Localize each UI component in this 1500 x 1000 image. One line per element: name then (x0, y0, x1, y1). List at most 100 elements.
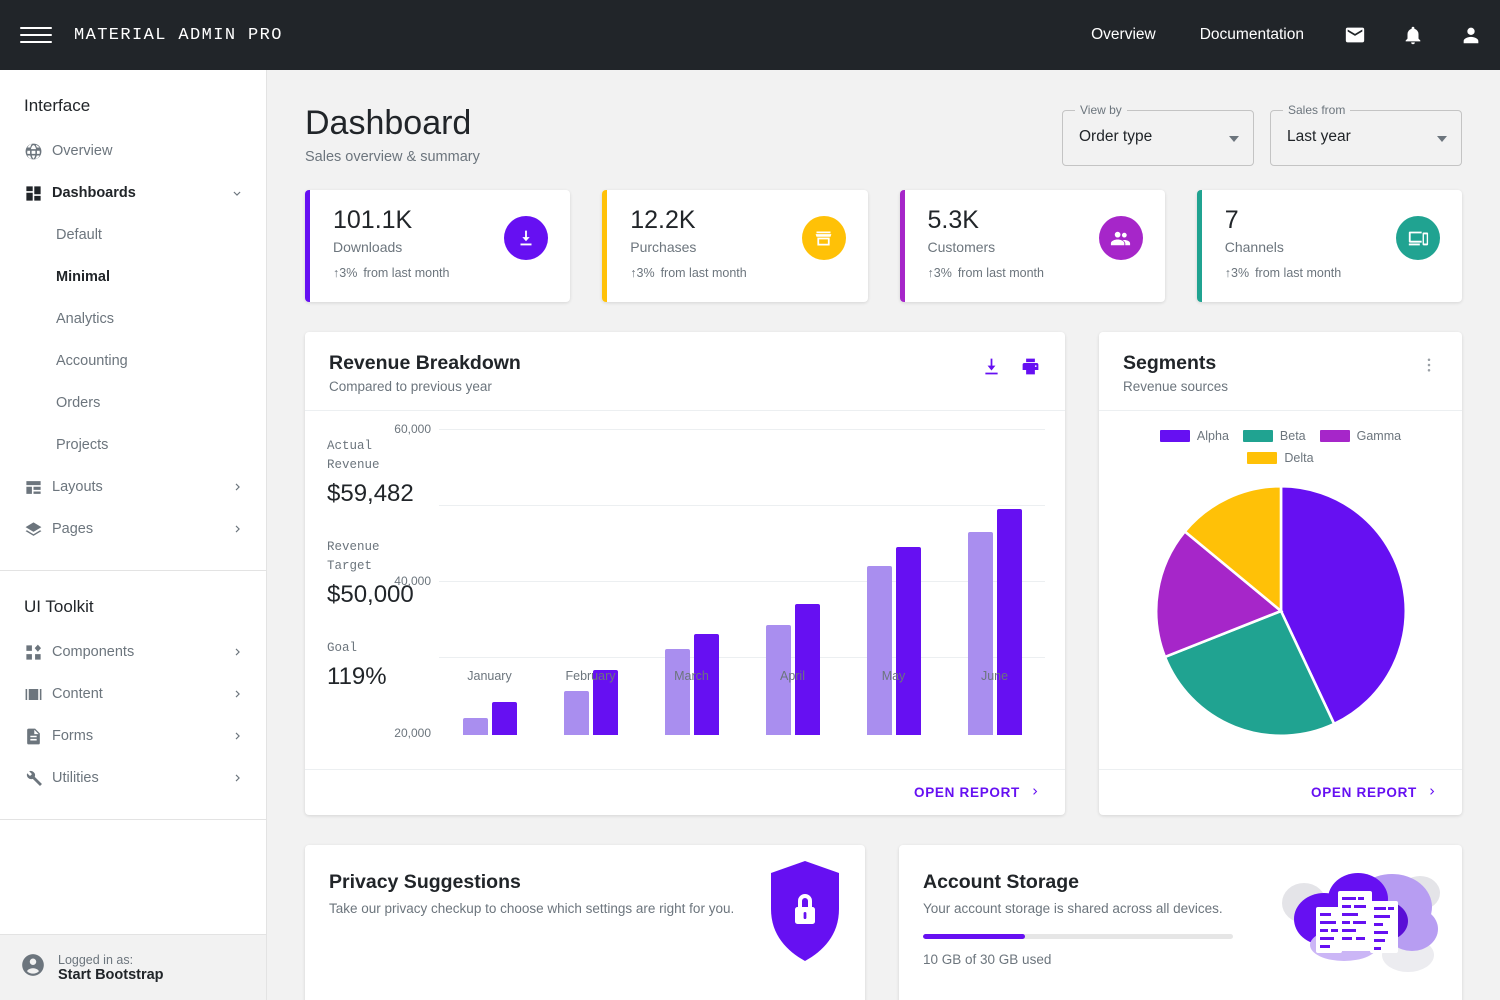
bar[interactable] (866, 566, 892, 735)
sidebar-footer[interactable]: Logged in as: Start Bootstrap (0, 934, 266, 1000)
sidebar-section-ui-toolkit: UI Toolkit Components Content Forms Util… (0, 571, 266, 813)
sidebar-item-orders[interactable]: Orders (0, 382, 266, 424)
topnav-right-group: Overview Documentation (1069, 0, 1500, 70)
chevron-right-icon[interactable] (230, 771, 244, 785)
legend-item[interactable]: Beta (1242, 429, 1306, 443)
sidebar-item-utilities[interactable]: Utilities (0, 757, 266, 799)
revenue-card-actions (981, 352, 1041, 382)
segments-card-header: Segments Revenue sources (1099, 332, 1462, 411)
legend-label: Gamma (1356, 429, 1402, 443)
legend-label: Alpha (1196, 429, 1229, 443)
legend-label: Delta (1284, 451, 1314, 465)
person-icon[interactable] (1442, 0, 1500, 70)
stat-card-purchases[interactable]: 12.2K Purchases ↑3% from last month (602, 190, 868, 302)
legend-swatch (1247, 452, 1278, 464)
sidebar-item-content[interactable]: Content (0, 673, 266, 715)
stat-delta-value: ↑3% (1224, 266, 1250, 280)
stat-card-channels[interactable]: 7 Channels ↑3% from last month (1196, 190, 1462, 302)
dropdown-arrow-icon[interactable] (1229, 136, 1239, 142)
sales-from-select[interactable]: Sales from Last year (1270, 103, 1462, 166)
stat-delta-value: ↑3% (927, 266, 952, 280)
sidebar-item-label: Pages (52, 521, 94, 537)
main-content: Dashboard Sales overview & summary View … (267, 70, 1500, 1000)
pie-legend: Alpha Beta Gamma Delta (1136, 429, 1426, 465)
chevron-right-icon[interactable] (230, 480, 244, 494)
stat-delta: ↑3% from last month (630, 266, 849, 280)
stat-card-customers[interactable]: 5.3K Customers ↑3% from last month (899, 190, 1165, 302)
chevron-right-icon[interactable] (230, 645, 244, 659)
sidebar-item-forms[interactable]: Forms (0, 715, 266, 757)
metric-label-revenue-target-line1: Revenue (327, 540, 380, 554)
chevron-down-icon[interactable] (230, 186, 244, 200)
legend-item[interactable]: Alpha (1159, 429, 1229, 443)
legend-item[interactable]: Delta (1247, 451, 1314, 465)
sidebar-item-default[interactable]: Default (0, 214, 266, 256)
download-icon (504, 216, 549, 260)
legend-item[interactable]: Gamma (1319, 429, 1402, 443)
revenue-card-header: Revenue Breakdown Compared to previous y… (305, 332, 1065, 411)
logged-in-user: Start Bootstrap (58, 966, 164, 983)
sidebar-item-overview[interactable]: Overview (0, 130, 266, 172)
x-axis-tick-label: March (674, 669, 709, 683)
dropdown-arrow-icon[interactable] (1437, 136, 1447, 142)
bar[interactable] (693, 634, 719, 735)
bar[interactable] (462, 718, 488, 735)
chevron-right-icon[interactable] (230, 687, 244, 701)
sidebar-item-label: Layouts (52, 479, 103, 495)
sidebar-item-dashboards[interactable]: Dashboards (0, 172, 266, 214)
y-axis-tick-label: 40,000 (394, 574, 431, 588)
open-report-link-revenue[interactable]: OPEN REPORT (914, 785, 1041, 801)
print-icon[interactable] (1020, 356, 1041, 382)
sidebar-subitem-label: Accounting (56, 353, 128, 369)
bar[interactable] (996, 509, 1022, 735)
sidebar-item-minimal[interactable]: Minimal (0, 256, 266, 298)
y-axis-tick-label: 20,000 (394, 726, 431, 740)
chevron-right-icon[interactable] (230, 729, 244, 743)
account-storage-card[interactable]: Account Storage Your account storage is … (899, 845, 1462, 1000)
sidebar-subitem-label: Orders (56, 395, 101, 411)
mail-icon[interactable] (1326, 0, 1384, 70)
bar[interactable] (491, 702, 517, 735)
sidebar-item-accounting[interactable]: Accounting (0, 340, 266, 382)
segments-card-actions (1420, 352, 1438, 379)
download-icon[interactable] (981, 356, 1002, 382)
bell-icon[interactable] (1384, 0, 1442, 70)
people-icon (1098, 216, 1143, 260)
layers-icon (24, 520, 52, 539)
bar-group[interactable] (462, 702, 517, 735)
sidebar-item-layouts[interactable]: Layouts (0, 466, 266, 508)
bar[interactable] (967, 532, 993, 735)
revenue-card-body: Actual Revenue $59,482 Revenue Target $5… (305, 411, 1065, 892)
bar-group[interactable] (866, 547, 921, 735)
wrench-icon (24, 769, 52, 788)
sales-from-label: Sales from (1283, 103, 1351, 117)
stat-delta-note: from last month (660, 266, 747, 280)
sidebar-item-label: Overview (52, 143, 113, 159)
hamburger-icon[interactable] (20, 19, 52, 51)
sidebar-item-analytics[interactable]: Analytics (0, 298, 266, 340)
view-by-select[interactable]: View by Order type (1062, 103, 1254, 166)
more-vertical-icon[interactable] (1420, 356, 1438, 379)
privacy-suggestions-card[interactable]: Privacy Suggestions Take our privacy che… (305, 845, 865, 1000)
page-title-group: Dashboard Sales overview & summary (305, 104, 480, 165)
bar-group[interactable] (967, 509, 1022, 735)
sidebar-item-projects[interactable]: Projects (0, 424, 266, 466)
privacy-card-title: Privacy Suggestions (329, 871, 521, 893)
nav-link-documentation[interactable]: Documentation (1178, 26, 1326, 44)
bar[interactable] (563, 691, 589, 735)
nav-link-overview[interactable]: Overview (1069, 26, 1178, 44)
bar[interactable] (664, 649, 690, 735)
globe-icon (24, 142, 52, 161)
page-title: Dashboard (305, 104, 472, 142)
legend-swatch (1159, 430, 1190, 442)
bar[interactable] (895, 547, 921, 735)
sidebar-item-components[interactable]: Components (0, 631, 266, 673)
stat-delta: ↑3% from last month (928, 266, 1147, 280)
sidebar-subitem-label: Minimal (56, 269, 110, 285)
open-report-link-segments[interactable]: OPEN REPORT (1311, 785, 1438, 801)
stat-card-downloads[interactable]: 101.1K Downloads ↑3% from last month (305, 190, 571, 302)
store-icon (801, 216, 846, 260)
sidebar-item-pages[interactable]: Pages (0, 508, 266, 550)
chevron-right-icon[interactable] (230, 522, 244, 536)
bar-group[interactable] (664, 634, 719, 735)
